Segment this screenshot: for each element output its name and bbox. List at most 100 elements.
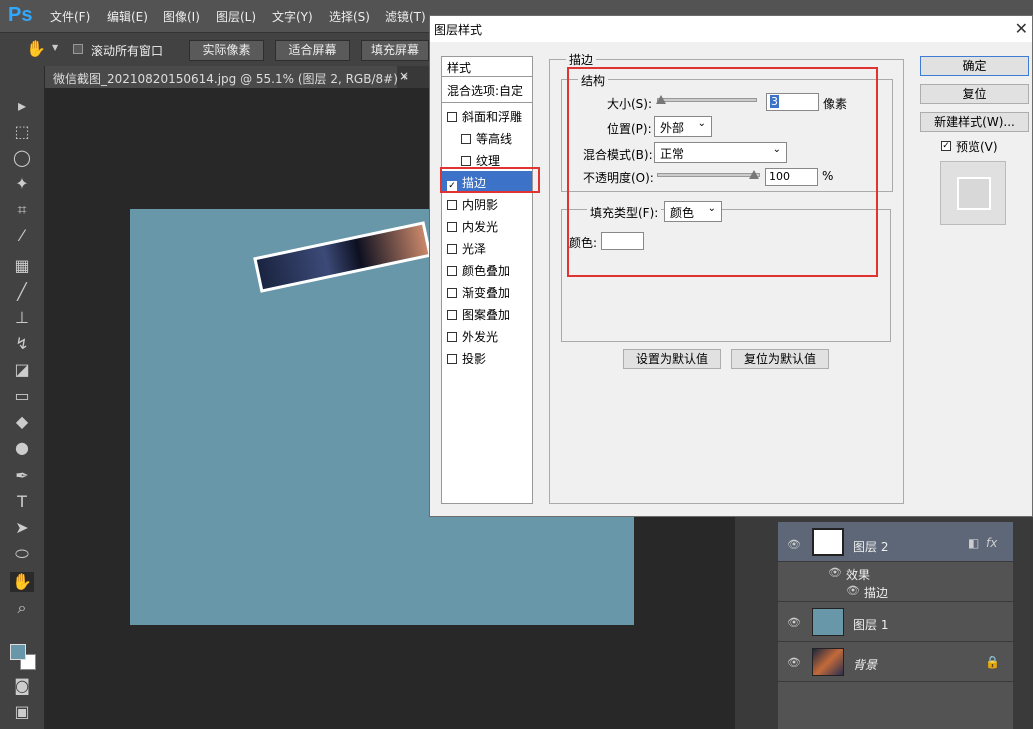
checkbox[interactable]	[447, 200, 457, 210]
fit-screen-button[interactable]: 适合屏幕	[275, 40, 350, 61]
reset-button[interactable]: 复位	[920, 84, 1029, 104]
shape-tool-icon[interactable]: ⬭	[10, 544, 34, 564]
position-select[interactable]: 外部 ⌄	[654, 116, 712, 137]
checkbox[interactable]	[461, 156, 471, 166]
gradient-tool-icon[interactable]: ▭	[10, 386, 34, 406]
style-item-pattern-overlay[interactable]: 图案叠加	[442, 303, 532, 325]
layer-row[interactable]: 👁 图层 1	[778, 602, 1013, 642]
reset-default-button[interactable]: 复位为默认值	[731, 349, 829, 369]
style-item-contour[interactable]: 等高线	[442, 127, 532, 149]
hand-tool-icon[interactable]: ✋	[26, 39, 46, 58]
blend-mode-label: 混合模式(B):	[583, 148, 653, 162]
checkbox[interactable]	[447, 288, 457, 298]
menu-layer[interactable]: 图层(L)	[216, 8, 256, 25]
chevron-down-icon[interactable]: ▼	[52, 43, 58, 52]
layer-thumbnail	[812, 608, 844, 636]
styles-header[interactable]: 样式	[442, 57, 532, 77]
checkbox[interactable]	[461, 134, 471, 144]
move-tool-icon[interactable]: ▸	[10, 96, 34, 116]
checkbox[interactable]: ✓	[447, 181, 457, 191]
set-default-button[interactable]: 设置为默认值	[623, 349, 721, 369]
lasso-tool-icon[interactable]: ◯	[10, 148, 34, 168]
ok-button[interactable]: 确定	[920, 56, 1029, 76]
style-item-inner-glow[interactable]: 内发光	[442, 215, 532, 237]
eraser-icon[interactable]: ◪	[10, 360, 34, 380]
style-item-texture[interactable]: 纹理	[442, 149, 532, 171]
eye-icon[interactable]: 👁	[787, 538, 801, 551]
eye-icon[interactable]: 👁	[787, 616, 801, 629]
checkbox[interactable]	[447, 222, 457, 232]
fill-screen-button[interactable]: 填充屏幕	[361, 40, 429, 61]
style-item-gradient-overlay[interactable]: 渐变叠加	[442, 281, 532, 303]
style-item-label: 图案叠加	[462, 308, 511, 322]
blur-tool-icon[interactable]: ◆	[10, 412, 34, 432]
brush-tool-icon[interactable]: ╱	[10, 282, 34, 302]
pen-tool-icon[interactable]: ✒	[10, 466, 34, 486]
preview-checkbox[interactable]: ✓	[941, 141, 951, 151]
actual-pixels-button[interactable]: 实际像素	[189, 40, 264, 61]
healing-brush-icon[interactable]: ▦	[10, 256, 34, 276]
style-item-drop-shadow[interactable]: 投影	[442, 347, 532, 369]
layer-effects-row[interactable]: 👁 效果 👁 描边	[778, 562, 1013, 602]
checkbox[interactable]	[447, 354, 457, 364]
style-item-satin[interactable]: 光泽	[442, 237, 532, 259]
menu-select[interactable]: 选择(S)	[329, 8, 370, 25]
document-tab[interactable]: 微信截图_20210820150614.jpg @ 55.1% (图层 2, R…	[45, 66, 409, 88]
opacity-input[interactable]: 100	[765, 168, 818, 186]
history-brush-icon[interactable]: ↯	[10, 334, 34, 354]
eyedropper-icon[interactable]: ⁄	[10, 226, 34, 246]
slider-thumb[interactable]	[749, 170, 759, 179]
menu-image[interactable]: 图像(I)	[163, 8, 200, 25]
preview-label: 预览(V)	[956, 140, 998, 154]
menu-type[interactable]: 文字(Y)	[272, 8, 313, 25]
opacity-slider[interactable]	[657, 170, 760, 179]
close-icon[interactable]: ×	[399, 69, 409, 83]
type-tool-icon[interactable]: T	[10, 492, 34, 512]
eye-icon[interactable]: 👁	[846, 584, 860, 597]
style-item-color-overlay[interactable]: 颜色叠加	[442, 259, 532, 281]
size-input[interactable]: 3	[766, 93, 819, 111]
style-item-outer-glow[interactable]: 外发光	[442, 325, 532, 347]
stroke-color-swatch[interactable]	[601, 232, 644, 250]
eye-icon[interactable]: 👁	[787, 656, 801, 669]
size-unit: 像素	[823, 97, 848, 111]
quick-mask-icon[interactable]: ◙	[10, 676, 34, 696]
hand-tool-icon[interactable]: ✋	[10, 572, 34, 592]
blend-options-item[interactable]: 混合选项:自定	[442, 79, 532, 103]
style-item-bevel[interactable]: 斜面和浮雕	[442, 105, 532, 127]
style-item-stroke[interactable]: ✓ 描边	[442, 171, 532, 193]
checkbox[interactable]	[447, 332, 457, 342]
new-style-button[interactable]: 新建样式(W)...	[920, 112, 1029, 132]
screen-mode-icon[interactable]: ▣	[10, 702, 34, 722]
layer-row[interactable]: 👁 背景 🔒	[778, 642, 1013, 682]
crop-tool-icon[interactable]: ⌗	[10, 200, 34, 220]
checkbox[interactable]	[447, 112, 457, 122]
fx-icon[interactable]: fx	[986, 536, 997, 550]
magic-wand-icon[interactable]: ✦	[10, 174, 34, 194]
eye-icon[interactable]: 👁	[828, 566, 842, 579]
menu-filter[interactable]: 滤镜(T)	[385, 8, 426, 25]
marquee-tool-icon[interactable]: ⬚	[10, 122, 34, 142]
size-value: 3	[770, 95, 779, 108]
size-slider[interactable]	[656, 95, 757, 104]
style-item-label: 描边	[462, 176, 487, 190]
fill-type-select[interactable]: 颜色 ⌄	[664, 201, 722, 222]
position-value: 外部	[660, 121, 685, 135]
zoom-tool-icon[interactable]: ⌕	[10, 598, 34, 618]
dodge-tool-icon[interactable]: ●	[10, 438, 34, 458]
foreground-color-swatch[interactable]	[10, 644, 26, 660]
layer-row[interactable]: 👁 图层 2 ◧ fx	[778, 522, 1013, 562]
checkbox[interactable]	[447, 244, 457, 254]
slider-thumb[interactable]	[656, 95, 666, 104]
checkbox[interactable]	[447, 266, 457, 276]
path-select-icon[interactable]: ➤	[10, 518, 34, 538]
clone-stamp-icon[interactable]: ⊥	[10, 308, 34, 328]
menu-file[interactable]: 文件(F)	[50, 8, 90, 25]
menu-edit[interactable]: 编辑(E)	[107, 8, 148, 25]
close-icon[interactable]: ✕	[1015, 19, 1028, 38]
scroll-all-checkbox[interactable]	[73, 44, 83, 54]
style-item-inner-shadow[interactable]: 内阴影	[442, 193, 532, 215]
blend-mode-select[interactable]: 正常 ⌄	[654, 142, 787, 163]
fill-type-value: 颜色	[670, 206, 695, 220]
checkbox[interactable]	[447, 310, 457, 320]
